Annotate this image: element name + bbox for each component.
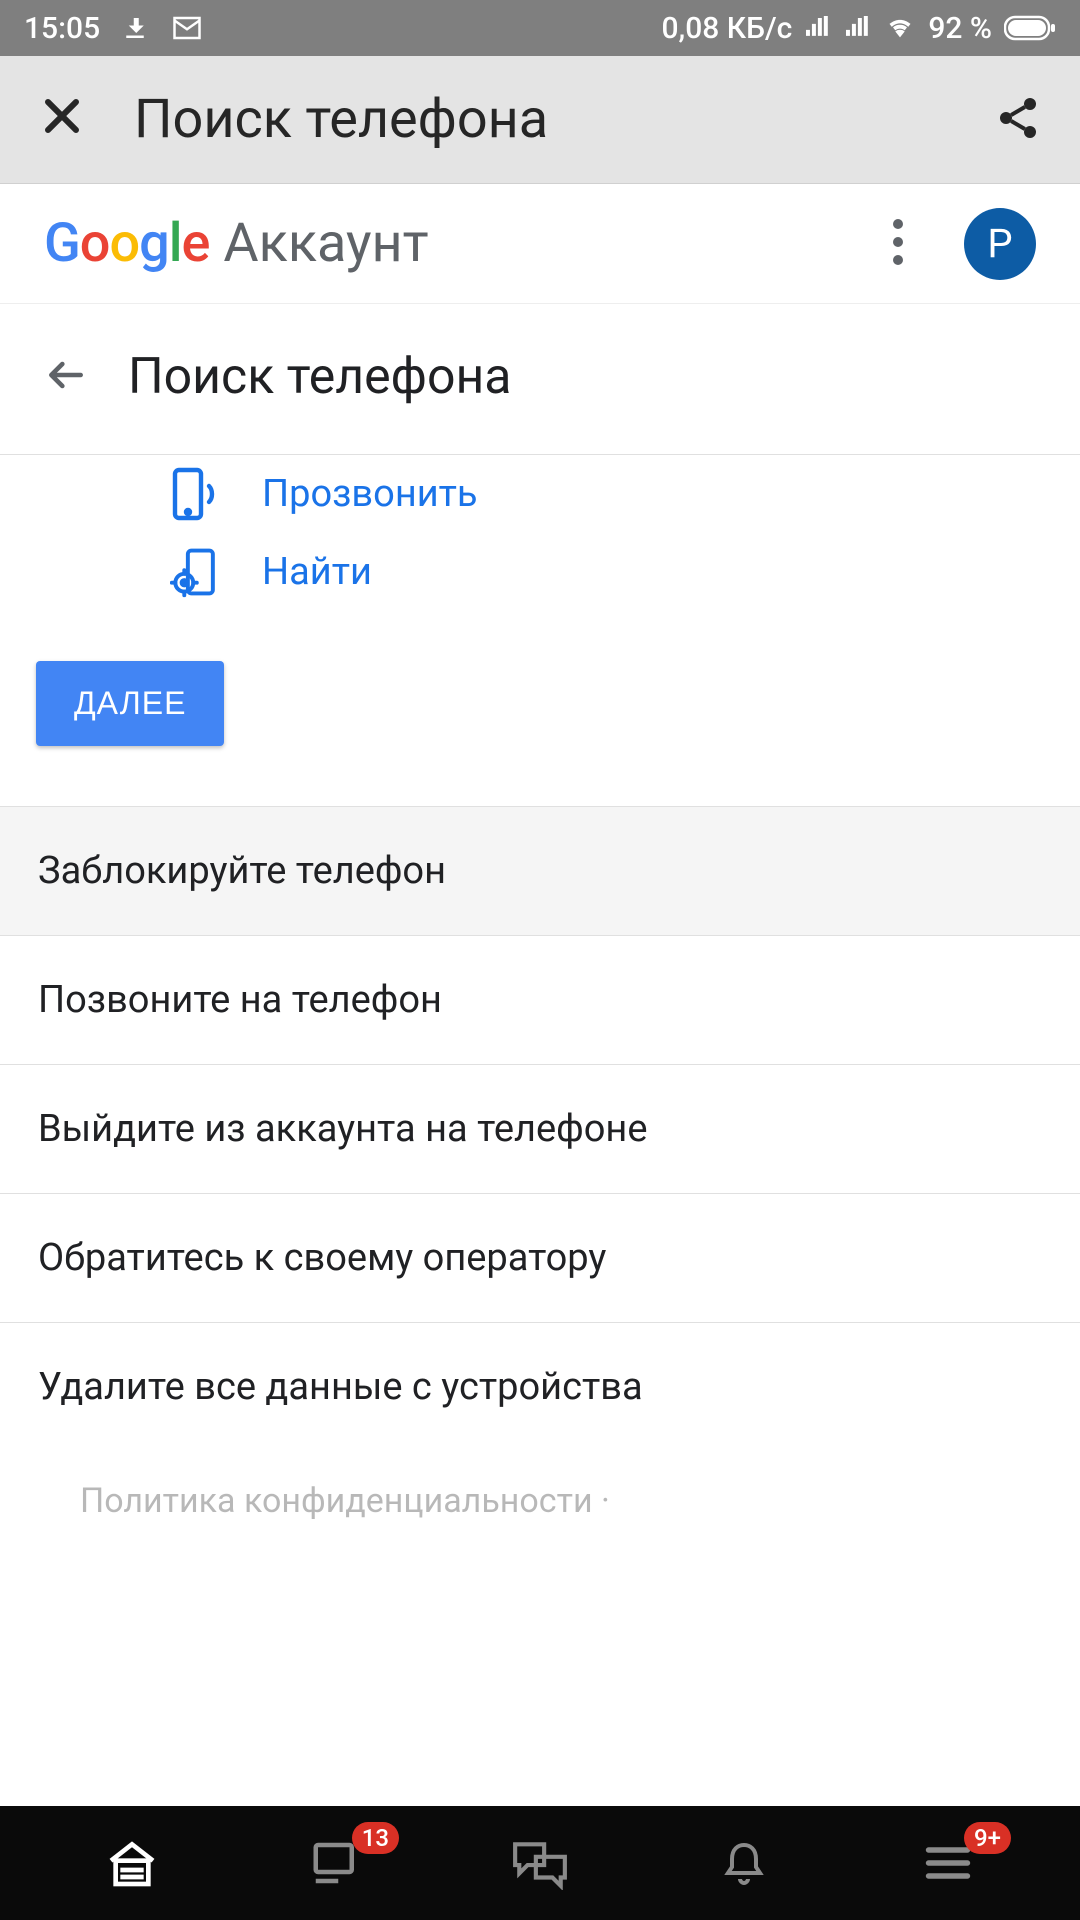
locate-icon [170,546,220,598]
nav-notifications[interactable] [699,1828,789,1898]
nav-messages[interactable]: 13 [291,1828,381,1898]
battery-icon [1004,15,1056,41]
nav-home[interactable] [87,1828,177,1898]
status-bar: 15:05 0,08 КБ/с 92 % [0,0,1080,56]
back-arrow-icon[interactable] [44,353,88,401]
option-lock-phone[interactable]: Заблокируйте телефон [0,806,1080,935]
google-logo: Google [44,212,209,275]
options-list: Заблокируйте телефон Позвоните на телефо… [0,806,1080,1451]
signal-icon-1 [804,14,832,42]
app-header-title: Поиск телефона [134,88,994,151]
mail-icon [170,13,204,43]
signal-icon-2 [844,14,872,42]
find-action[interactable]: Найти [170,533,1080,611]
status-time: 15:05 [24,11,100,46]
wifi-icon [884,14,916,42]
nav-menu[interactable]: 9+ [903,1828,993,1898]
phone-ring-icon [170,465,220,523]
page-title: Поиск телефона [128,348,512,406]
option-contact-carrier[interactable]: Обратитесь к своему оператору [0,1193,1080,1322]
status-data-rate: 0,08 КБ/с [661,11,792,46]
option-erase-device[interactable]: Удалите все данные с устройства [0,1322,1080,1451]
option-sign-out[interactable]: Выйдите из аккаунта на телефоне [0,1064,1080,1193]
next-button[interactable]: ДАЛЕЕ [36,661,224,746]
share-icon[interactable] [994,94,1042,146]
account-label: Аккаунт [223,212,428,275]
google-account-bar: Google Аккаунт P [0,184,1080,304]
close-icon[interactable] [38,84,86,155]
more-menu-icon[interactable] [892,218,904,270]
nav-badge-menu: 9+ [964,1822,1011,1854]
status-battery-pct: 92 % [928,11,992,46]
avatar[interactable]: P [964,208,1036,280]
privacy-policy-text: Политика конфиденциальности · [0,1451,1080,1531]
app-header: Поиск телефона [0,56,1080,184]
missed-call-icon [120,13,150,43]
page-header: Поиск телефона [0,304,1080,455]
quick-actions: Прозвонить Найти [0,455,1080,611]
ring-label: Прозвонить [262,472,478,516]
ring-action[interactable]: Прозвонить [170,455,1080,533]
option-call-phone[interactable]: Позвоните на телефон [0,935,1080,1064]
bottom-nav: 13 9+ [0,1806,1080,1920]
nav-chats[interactable] [495,1828,585,1898]
find-label: Найти [262,550,372,594]
nav-badge-messages: 13 [352,1822,399,1854]
